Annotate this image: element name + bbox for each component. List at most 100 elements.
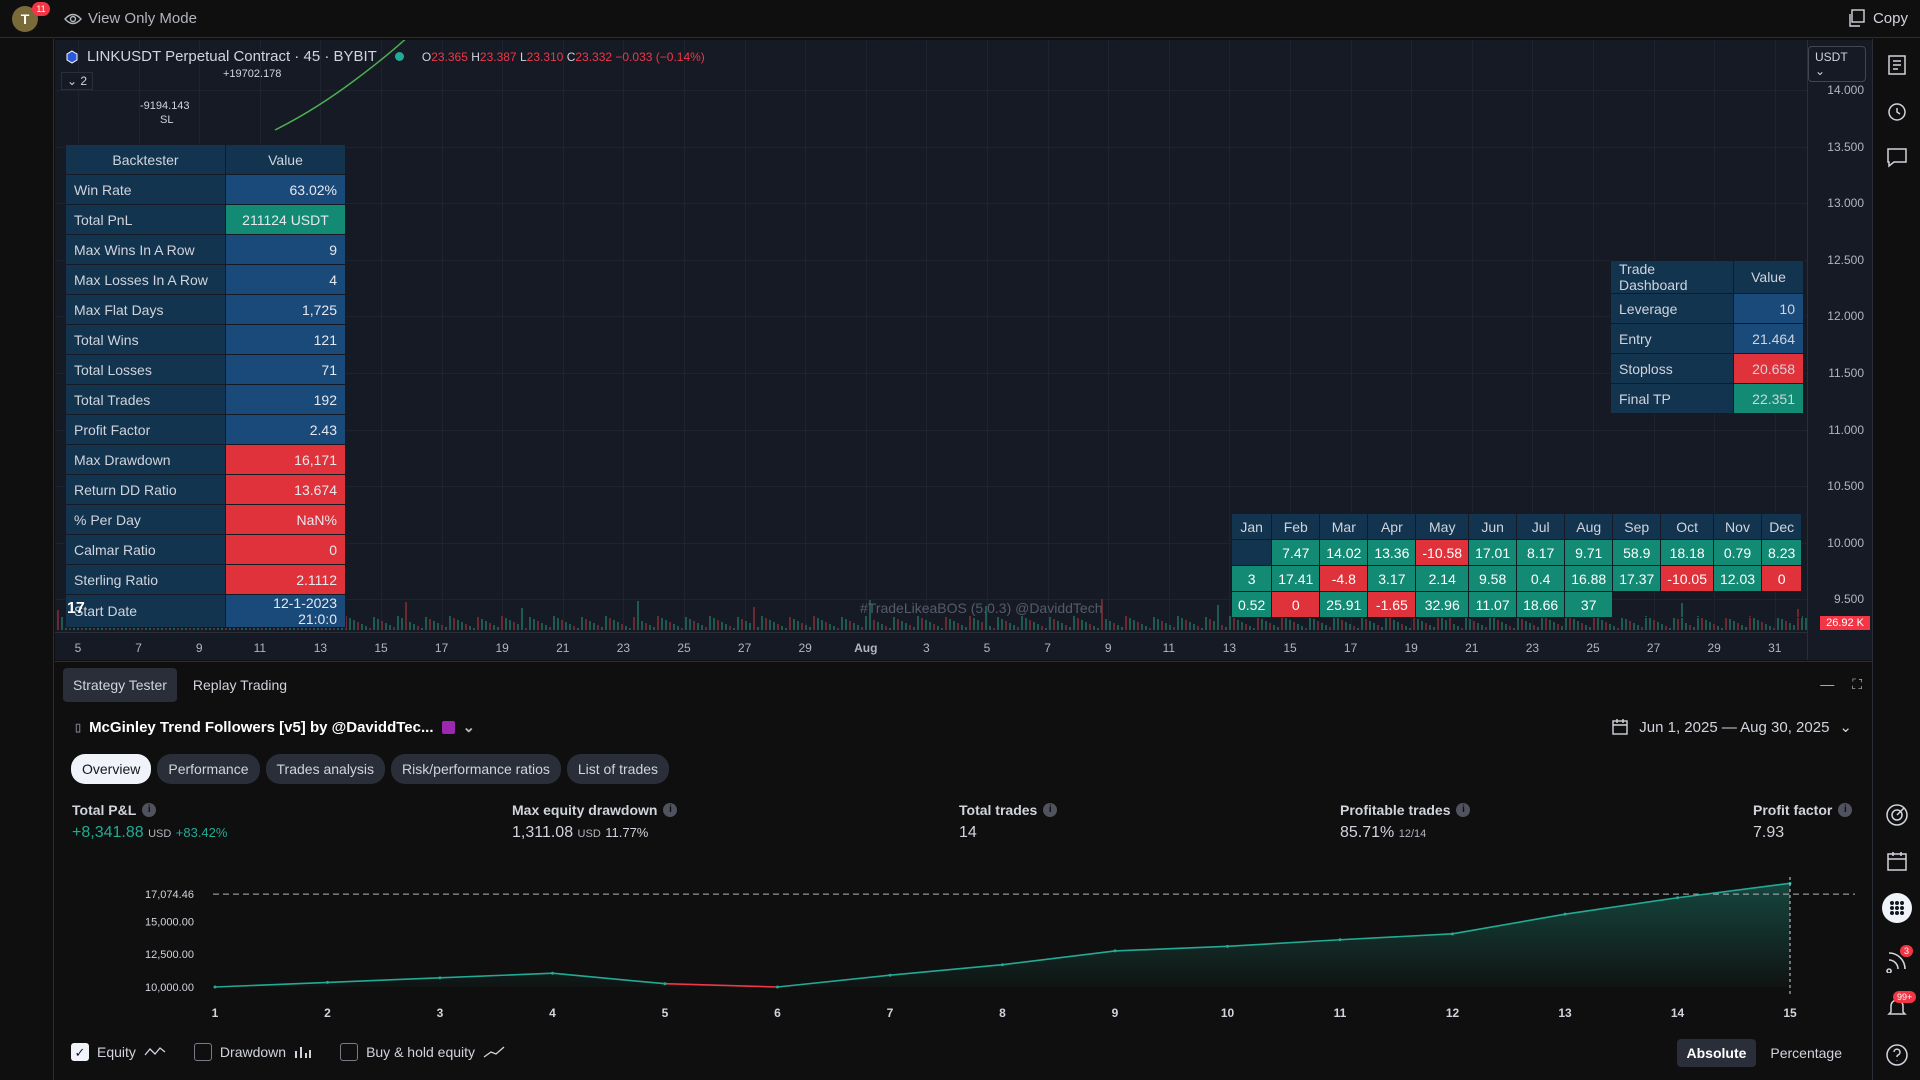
time-label: 19: [1404, 641, 1418, 655]
monthly-cell: 13.36: [1367, 539, 1417, 566]
legend-equity[interactable]: ✓ Equity: [71, 1043, 166, 1061]
backtester-row-value: 4: [225, 264, 346, 295]
equity-x-tick: 9: [1112, 1006, 1119, 1020]
volume-bar: [449, 616, 451, 630]
volume-bar: [1497, 620, 1499, 630]
subtab-trades-analysis[interactable]: Trades analysis: [265, 754, 386, 784]
volume-bar: [1545, 618, 1547, 630]
volume-bar: [1133, 620, 1135, 630]
chevron-down-icon[interactable]: ⌄: [463, 718, 476, 736]
target-icon[interactable]: [1885, 803, 1909, 827]
info-icon[interactable]: i: [663, 803, 678, 817]
backtester-row-value: 13.674: [225, 474, 346, 505]
change-value: −0.033 (−0.14%): [615, 49, 705, 64]
tab-strategy-tester[interactable]: Strategy Tester: [63, 668, 177, 702]
volume-bar: [1281, 616, 1283, 630]
time-label: 5: [983, 641, 991, 655]
strategy-name[interactable]: ▯ McGinley Trend Followers [v5] by @Davi…: [75, 718, 476, 737]
subtab-list-of-trades[interactable]: List of trades: [566, 754, 670, 784]
backtester-row: Calmar Ratio 0: [65, 534, 346, 565]
symbol-title: LINKUSDT Perpetual Contract · 45 · BYBIT: [87, 48, 377, 65]
volume-bar: [569, 624, 571, 630]
overview-subtabs: Overview Performance Trades analysis Ris…: [71, 754, 670, 784]
percentage-toggle[interactable]: Percentage: [1760, 1039, 1852, 1067]
volume-bar: [1505, 624, 1507, 630]
subtab-performance[interactable]: Performance: [157, 754, 260, 784]
absolute-toggle[interactable]: Absolute: [1676, 1039, 1757, 1067]
equity-point: [888, 973, 892, 977]
volume-bar: [1417, 619, 1419, 630]
currency-select[interactable]: USDT ⌄: [1808, 46, 1866, 82]
equity-point: [1563, 912, 1567, 916]
volume-bar: [1381, 627, 1383, 630]
settings-icon[interactable]: [441, 720, 455, 734]
info-icon[interactable]: i: [1043, 803, 1058, 817]
equity-checkbox[interactable]: ✓: [71, 1043, 89, 1061]
equity-chart[interactable]: 10,000.0012,500.0015,000.0017,074.461 2 3 4…: [65, 862, 1865, 1027]
volume-bar: [561, 620, 563, 630]
watchlist-icon[interactable]: [1885, 53, 1909, 77]
volume-bar: [705, 627, 707, 630]
equity-x-tick: 8: [999, 1006, 1006, 1020]
symbol-header[interactable]: LINKUSDT Perpetual Contract · 45 · BYBIT…: [65, 48, 705, 65]
volume-bar: [629, 628, 631, 630]
view-only-mode[interactable]: View Only Mode: [64, 10, 197, 27]
time-axis[interactable]: 5 7 9 11 13 15 17 19 21 23 25 27 29 Aug 3 5 7 9 11 13 15 17 19…: [55, 632, 1807, 660]
buyhold-checkbox[interactable]: [340, 1043, 359, 1061]
maximize-icon[interactable]: ⛶: [1852, 676, 1862, 693]
volume-bar: [1353, 626, 1355, 630]
legend-buyhold[interactable]: Buy & hold equity: [340, 1043, 505, 1061]
volume-bar: [1653, 620, 1655, 630]
volume-bar: [405, 602, 407, 630]
indicators-collapse-button[interactable]: ⌄ 2: [61, 72, 94, 90]
trade-dashboard-row-label: Stoploss: [1610, 353, 1734, 384]
volume-bar: [1217, 605, 1219, 630]
subtab-risk-performance[interactable]: Risk/performance ratios: [391, 754, 561, 784]
volume-bar: [1305, 628, 1307, 630]
monthly-returns-table: Jan Feb Mar Apr May Jun Jul Aug Sep Oct Nov Dec 7.47…: [1230, 513, 1803, 618]
minimize-icon[interactable]: —: [1820, 676, 1834, 693]
price-chart[interactable]: LINKUSDT Perpetual Contract · 45 · BYBIT…: [55, 40, 1872, 660]
date-range-picker[interactable]: Jun 1, 2025 — Aug 30, 2025 ⌄: [1611, 718, 1852, 736]
time-label: 31: [1768, 641, 1782, 655]
volume-bar: [1577, 621, 1579, 630]
subtab-overview[interactable]: Overview: [71, 754, 152, 784]
chat-icon[interactable]: [1885, 145, 1909, 169]
volume-bar: [669, 622, 671, 630]
volume-bar: [765, 618, 767, 630]
price-axis[interactable]: USDT ⌄ 14.000 13.500 13.000 12.500 12.000 11.…: [1807, 40, 1872, 660]
backtester-row-value: NaN%: [225, 504, 346, 535]
avatar-letter: T: [20, 11, 30, 27]
legend-drawdown[interactable]: Drawdown: [193, 1043, 312, 1061]
volume-bar: [1053, 619, 1055, 630]
trade-dashboard-row-value: 20.658: [1733, 353, 1804, 384]
monthly-cell: 14.02: [1319, 539, 1369, 566]
left-strip: [0, 39, 54, 1080]
drawdown-checkbox[interactable]: [193, 1043, 212, 1061]
volume-bar: [161, 628, 163, 630]
info-icon[interactable]: i: [1838, 803, 1853, 817]
alarm-clock-icon[interactable]: [1885, 99, 1909, 123]
volume-bar: [489, 623, 491, 630]
volume-bar: [1349, 624, 1351, 630]
volume-bar: [1325, 625, 1327, 630]
calendar-icon[interactable]: [1885, 849, 1909, 873]
volume-bar: [829, 624, 831, 630]
volume-bar: [1573, 619, 1575, 630]
volume-bar: [317, 628, 319, 630]
copy-button[interactable]: Copy: [1847, 9, 1908, 27]
info-icon[interactable]: i: [142, 803, 157, 817]
time-label: 29: [798, 641, 812, 655]
monthly-cell: 0.52: [1230, 591, 1273, 618]
backtester-row-label: Total Losses: [65, 354, 226, 385]
apps-grid-icon[interactable]: [1882, 893, 1912, 923]
tab-replay-trading[interactable]: Replay Trading: [183, 668, 297, 702]
volume-bar: [993, 628, 995, 630]
backtester-header-value: Value: [225, 144, 346, 175]
info-icon[interactable]: i: [1456, 803, 1471, 817]
backtester-row: Total Wins 121: [65, 324, 346, 355]
volume-bar: [1409, 628, 1411, 630]
help-icon[interactable]: [1885, 1043, 1909, 1067]
volume-bar: [437, 623, 439, 630]
metric-max-drawdown: Max equity drawdown i 1,311.08 USD 11.77%: [512, 802, 678, 842]
